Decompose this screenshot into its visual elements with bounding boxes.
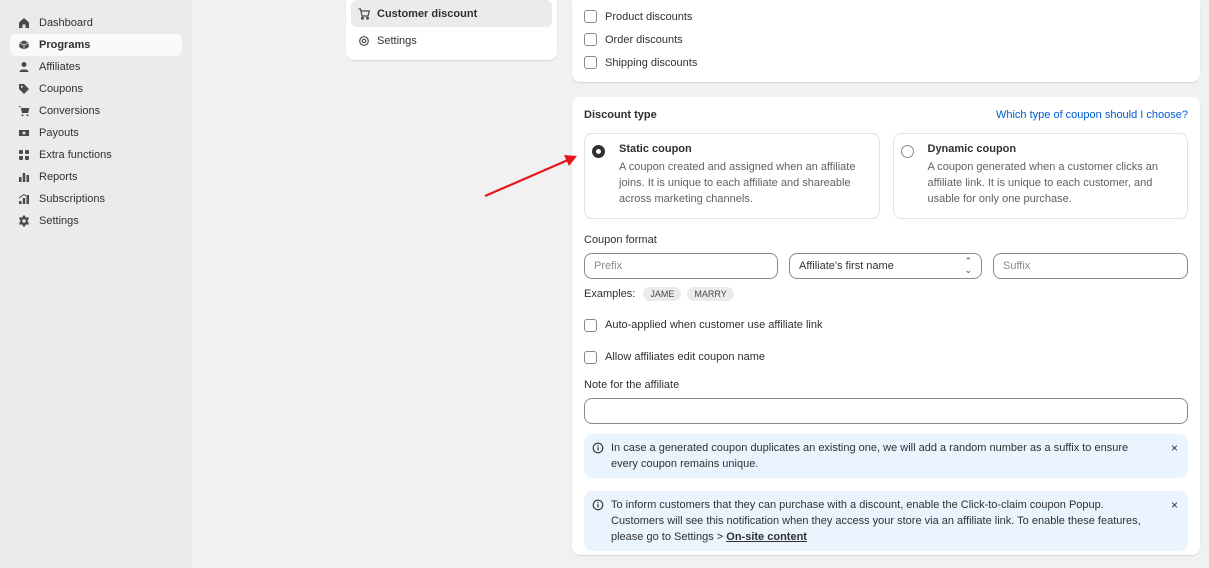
sidebar-item-label: Subscriptions [39, 193, 106, 205]
sidebar-item-label: Extra functions [39, 149, 112, 161]
subnav-item-customer-discount[interactable]: Customer discount [351, 0, 552, 27]
cart-icon [18, 105, 30, 117]
section-title: Discount type [584, 109, 657, 121]
coupon-help-link[interactable]: Which type of coupon should I choose? [996, 109, 1188, 121]
sidebar-item-subscriptions[interactable]: Subscriptions [10, 188, 182, 210]
sidebar-item-dashboard[interactable]: Dashboard [10, 12, 182, 34]
sidebar-item-label: Affiliates [39, 61, 81, 73]
checkbox-label: Shipping discounts [605, 56, 698, 69]
on-site-content-link[interactable]: On-site content [726, 531, 807, 543]
option-description: A coupon generated when a customer click… [927, 161, 1159, 205]
sidebar-item-extra-functions[interactable]: Extra functions [10, 144, 182, 166]
sidebar-item-label: Conversions [39, 105, 101, 117]
sidebar-item-affiliates[interactable]: Affiliates [10, 56, 182, 78]
program-subnav: Customer discount Settings [346, 0, 557, 60]
subnav-item-settings[interactable]: Settings [351, 27, 552, 54]
shipping-discounts-checkbox[interactable] [584, 56, 597, 69]
name-source-select[interactable]: Affiliate's first name ⌃ ⌄ [789, 253, 982, 279]
chart-icon [18, 171, 30, 183]
examples-row: Examples: JAME MARRY [584, 285, 1188, 303]
sidebar-item-label: Payouts [39, 127, 79, 139]
cart-icon [358, 7, 370, 20]
auto-applied-option[interactable]: Auto-applied when customer use affiliate… [584, 315, 1188, 335]
coupon-type-options: Static coupon A coupon created and assig… [584, 133, 1188, 219]
suffix-input[interactable]: Suffix [993, 253, 1188, 279]
coupon-format-label: Coupon format [584, 234, 657, 246]
subscriptions-icon [18, 193, 30, 205]
home-icon [18, 17, 30, 29]
sidebar-item-label: Settings [39, 215, 79, 227]
close-icon[interactable]: × [1171, 497, 1178, 513]
checkbox-label: Product discounts [605, 10, 693, 23]
product-discounts-checkbox[interactable] [584, 10, 597, 23]
sidebar-item-settings[interactable]: Settings [10, 210, 182, 232]
examples-label: Examples: [584, 288, 636, 300]
gear-icon [358, 35, 370, 47]
static-coupon-option[interactable]: Static coupon A coupon created and assig… [584, 133, 880, 219]
checkbox-label: Allow affiliates edit coupon name [605, 351, 766, 363]
dynamic-coupon-radio[interactable] [900, 145, 914, 158]
banner-text: In case a generated coupon duplicates an… [611, 442, 1129, 470]
subnav-item-label: Settings [377, 34, 417, 47]
gear-icon [18, 215, 30, 227]
select-value: Affiliate's first name [799, 260, 894, 272]
close-icon[interactable]: × [1171, 440, 1178, 456]
person-icon [18, 61, 30, 73]
duplicate-info-banner: In case a generated coupon duplicates an… [584, 434, 1188, 478]
info-icon [592, 499, 604, 511]
example-tag: JAME [643, 287, 682, 301]
apps-icon [18, 149, 30, 161]
static-coupon-radio[interactable] [592, 145, 605, 158]
checkbox-label: Auto-applied when customer use affiliate… [605, 319, 823, 331]
allow-edit-checkbox[interactable] [584, 350, 597, 364]
sidebar-item-label: Coupons [39, 83, 84, 95]
affiliate-note-input[interactable] [584, 398, 1188, 424]
cash-icon [18, 127, 30, 139]
order-discounts-checkbox[interactable] [584, 33, 597, 46]
section-header: Discount type Which type of coupon shoul… [584, 97, 1188, 133]
box-icon [18, 39, 30, 51]
tag-icon [18, 83, 30, 95]
dynamic-coupon-option[interactable]: Dynamic coupon A coupon generated when a… [892, 133, 1188, 219]
sidebar-item-label: Reports [39, 171, 78, 183]
banner-text: To inform customers that they can purcha… [611, 499, 1141, 543]
checkbox-label: Order discounts [605, 33, 683, 46]
sidebar-item-reports[interactable]: Reports [10, 166, 182, 188]
popup-info-banner: To inform customers that they can purcha… [584, 491, 1188, 551]
sidebar-item-label: Dashboard [39, 17, 93, 29]
sidebar-item-payouts[interactable]: Payouts [10, 122, 182, 144]
option-title: Static coupon [619, 143, 692, 155]
sidebar: Dashboard Programs Affiliates Coupons Co… [0, 0, 192, 568]
auto-applied-checkbox[interactable] [584, 318, 597, 332]
note-label: Note for the affiliate [584, 379, 680, 391]
order-discounts-option[interactable]: Order discounts [584, 28, 1188, 51]
prefix-input[interactable]: Prefix [584, 253, 778, 279]
option-description: A coupon created and assigned when an af… [619, 161, 856, 205]
sidebar-item-programs[interactable]: Programs [10, 34, 182, 56]
option-title: Dynamic coupon [927, 143, 1017, 155]
sidebar-item-conversions[interactable]: Conversions [10, 100, 182, 122]
allow-edit-option[interactable]: Allow affiliates edit coupon name [584, 347, 1188, 367]
product-discounts-option[interactable]: Product discounts [584, 5, 1188, 28]
subnav-item-label: Customer discount [377, 7, 478, 20]
coupon-format-row: Prefix Affiliate's first name ⌃ ⌄ Suffix [584, 253, 1188, 279]
sidebar-item-coupons[interactable]: Coupons [10, 78, 182, 100]
example-tag: MARRY [687, 287, 734, 301]
shipping-discounts-option[interactable]: Shipping discounts [584, 51, 1188, 74]
discount-types-card: Product discounts Order discounts Shippi… [572, 0, 1200, 82]
select-chevron-icon: ⌃ ⌄ [964, 256, 972, 275]
sidebar-item-label: Programs [39, 39, 91, 51]
discount-type-card: Discount type Which type of coupon shoul… [572, 97, 1200, 555]
info-icon [592, 442, 604, 454]
